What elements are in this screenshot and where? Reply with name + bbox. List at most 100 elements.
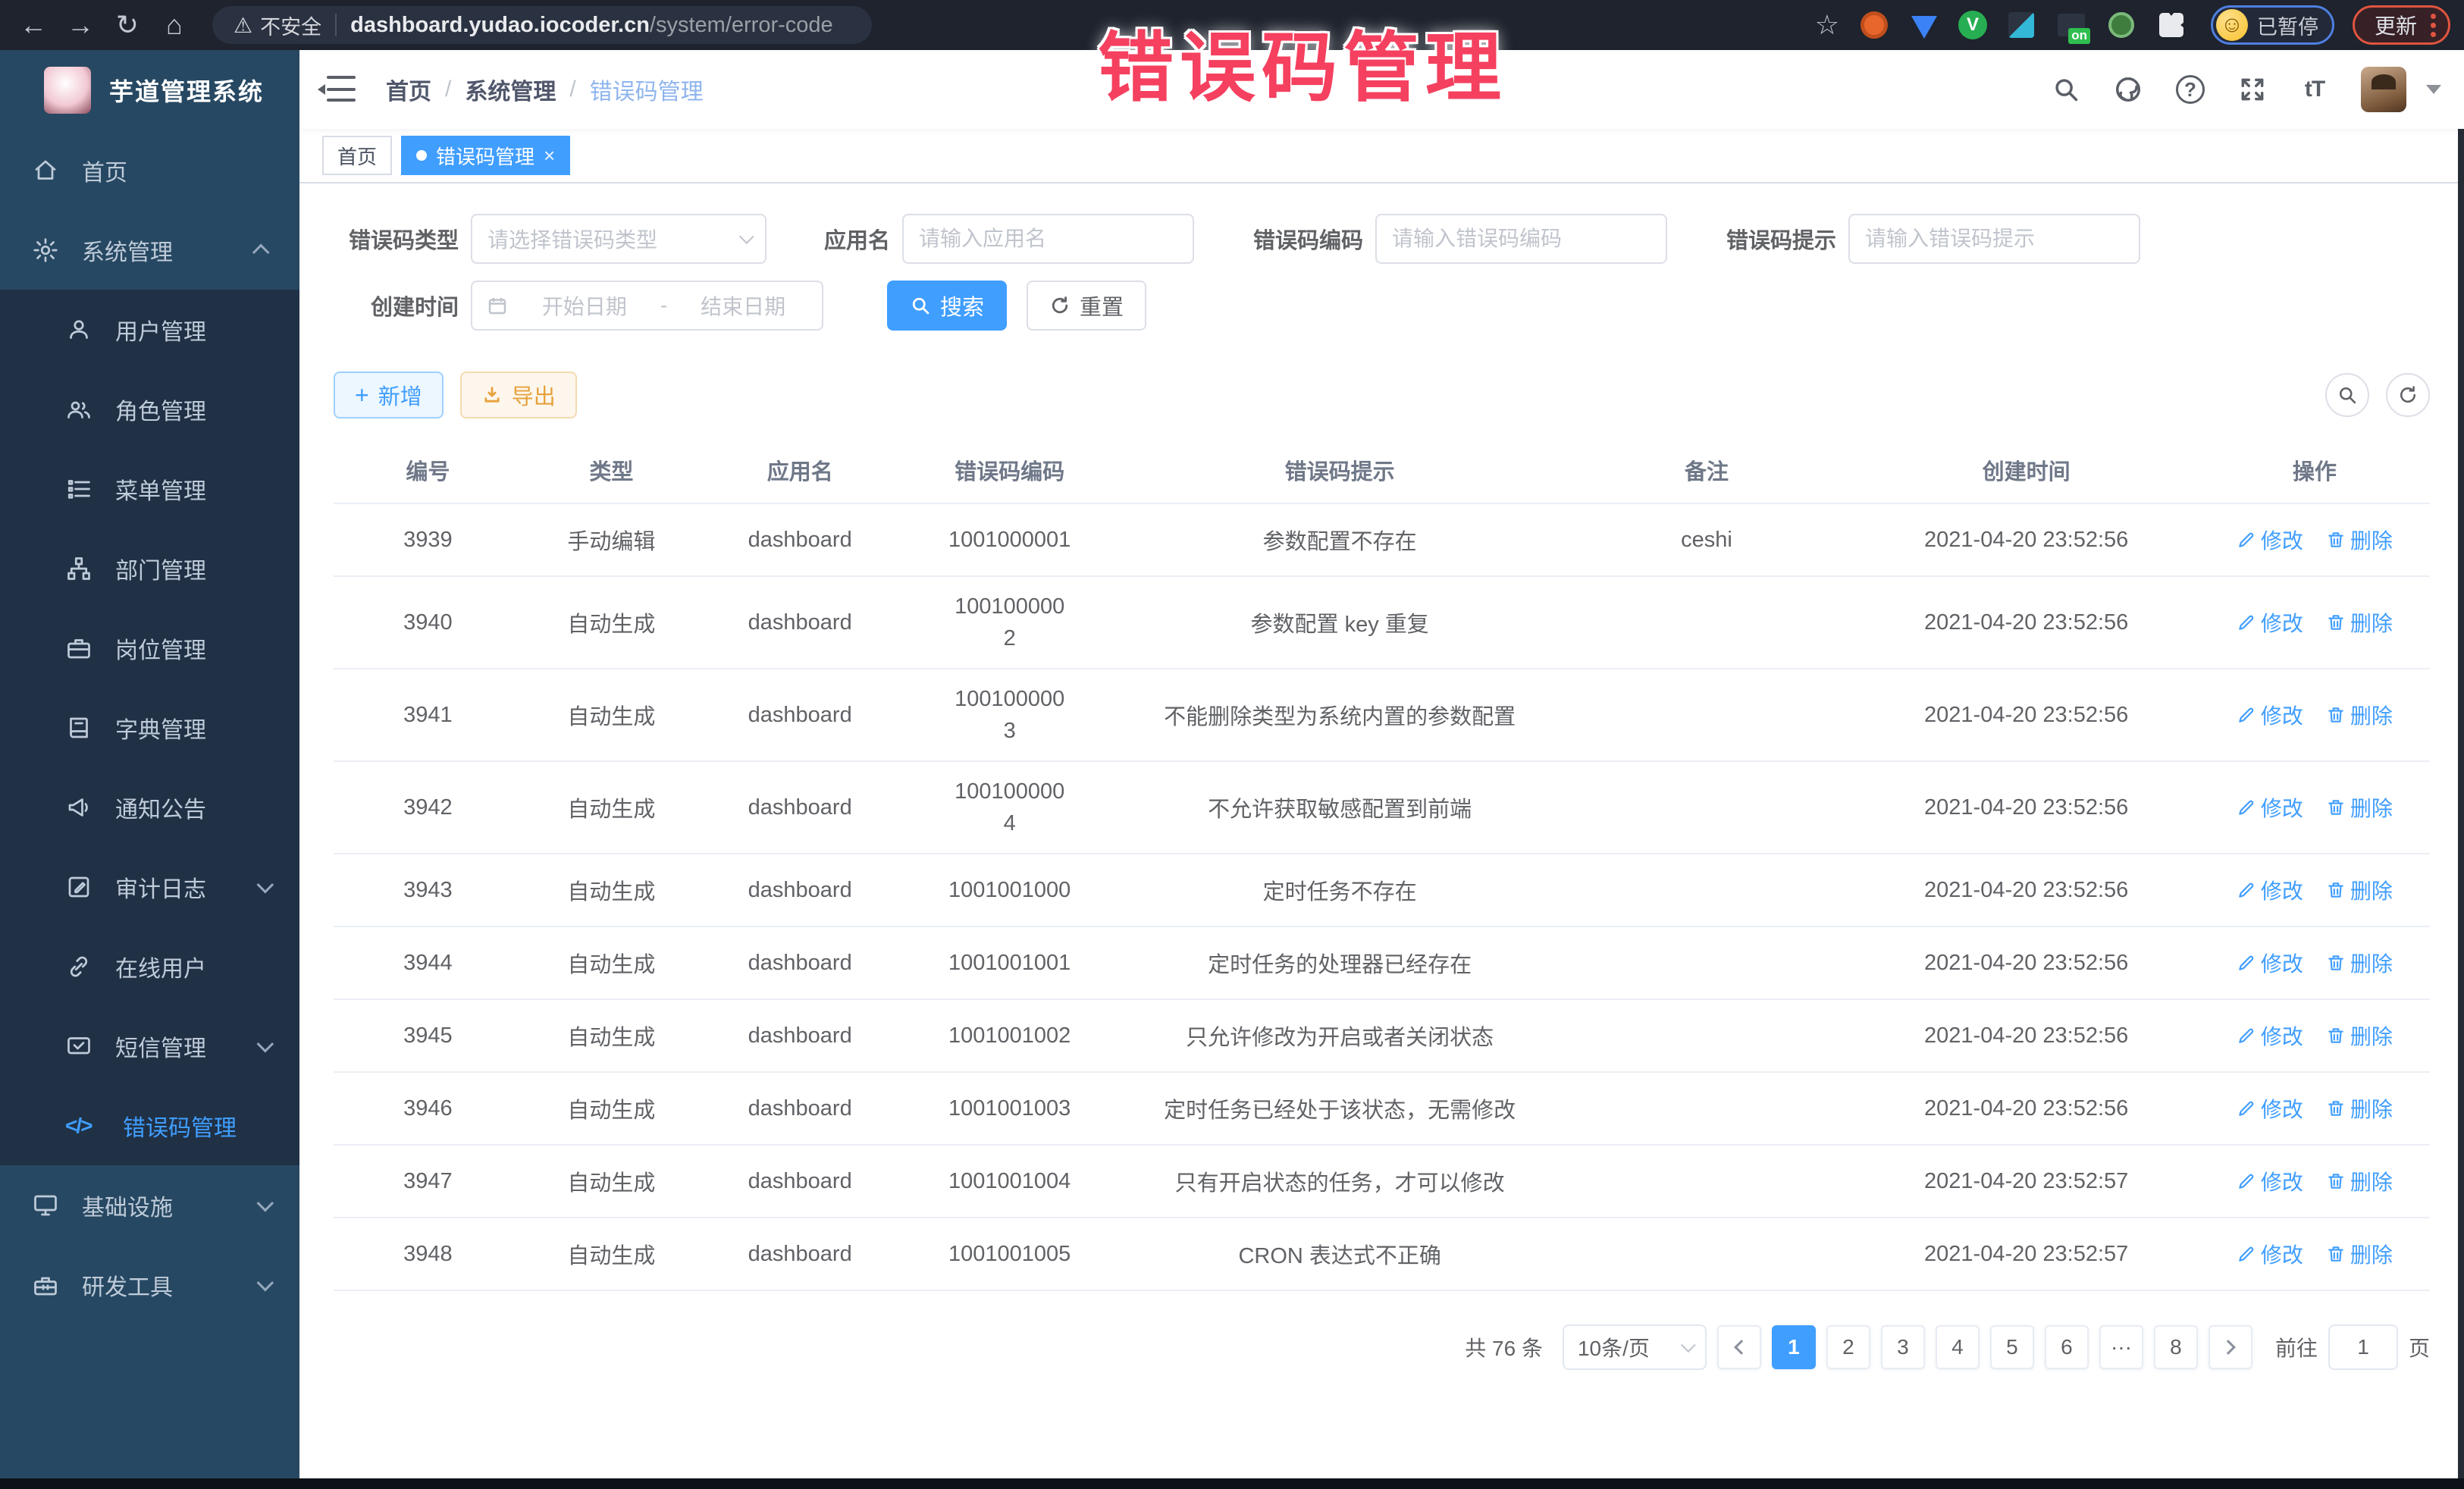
export-button[interactable]: 导出 (460, 371, 577, 418)
edit-link[interactable]: 修改 (2237, 1093, 2303, 1124)
next-page-button[interactable] (2209, 1325, 2252, 1369)
show-search-button[interactable] (2325, 373, 2369, 417)
page-button-8[interactable]: 8 (2154, 1325, 2198, 1369)
breadcrumb-home[interactable]: 首页 (386, 73, 431, 106)
browser-home-icon[interactable]: ⌂ (155, 5, 194, 45)
page-size-select[interactable]: 10条/页 (1563, 1324, 1707, 1370)
search-button[interactable]: 搜索 (887, 281, 1007, 331)
sidebar-item-menu-management[interactable]: 菜单管理 (0, 449, 299, 528)
extension-icon-puzzle[interactable] (2155, 9, 2187, 41)
delete-link[interactable]: 删除 (2326, 1239, 2393, 1269)
error-code-input[interactable] (1392, 227, 1651, 251)
extension-icon-gem[interactable] (1908, 9, 1940, 41)
page-button-6[interactable]: 6 (2045, 1325, 2089, 1369)
delete-link[interactable]: 删除 (2326, 875, 2393, 905)
sidebar-item-online-users[interactable]: 在线用户 (0, 926, 299, 1006)
prev-page-button[interactable] (1717, 1325, 1761, 1369)
address-bar[interactable]: ⚠ 不安全 dashboard.yudao.iocoder.cn /system… (212, 6, 872, 44)
browser-profile-button[interactable]: ☺ 已暂停 (2211, 5, 2334, 45)
header-search-icon[interactable] (2050, 74, 2082, 105)
delete-link[interactable]: 删除 (2326, 792, 2393, 823)
pencil-icon (2237, 705, 2256, 725)
tag-error-code-management[interactable]: 错误码管理 × (401, 136, 570, 175)
filter-group-code: 错误码编码 (1238, 214, 1667, 264)
sidebar-item-audit-log[interactable]: 审计日志 (0, 847, 299, 926)
more-pages-button[interactable]: ··· (2099, 1325, 2143, 1369)
browser-update-button[interactable]: 更新 (2353, 5, 2450, 45)
delete-link[interactable]: 删除 (2326, 700, 2393, 730)
app-name-input[interactable] (919, 227, 1177, 251)
help-icon[interactable]: ? (2174, 74, 2206, 105)
update-label: 更新 (2375, 10, 2417, 40)
browser-scrollbar[interactable] (2458, 50, 2464, 1489)
browser-reload-icon[interactable]: ↻ (108, 5, 147, 45)
breadcrumb-system[interactable]: 系统管理 (465, 73, 556, 106)
sidebar-item-error-code-management[interactable]: </> 错误码管理 (0, 1086, 299, 1165)
error-msg-input[interactable] (1865, 227, 2124, 251)
logo[interactable]: 芋道管理系统 (0, 50, 299, 130)
error-code-table: 编号 类型 应用名 错误码编码 错误码提示 备注 创建时间 操作 (334, 437, 2430, 1291)
github-icon[interactable] (2112, 74, 2144, 105)
error-code-type-select[interactable]: 请选择错误码类型 (471, 214, 766, 264)
edit-link[interactable]: 修改 (2237, 1239, 2303, 1269)
sidebar-item-notice-announcement[interactable]: 通知公告 (0, 767, 299, 847)
page-button-5[interactable]: 5 (1990, 1325, 2034, 1369)
cell-id: 3946 (334, 1072, 522, 1145)
edit-link[interactable]: 修改 (2237, 1166, 2303, 1196)
sidebar-item-user-management[interactable]: 用户管理 (0, 290, 299, 369)
delete-link[interactable]: 删除 (2326, 525, 2393, 555)
extension-icon-orange[interactable] (1858, 9, 1890, 41)
page-button-3[interactable]: 3 (1881, 1325, 1925, 1369)
date-range-picker[interactable]: 开始日期 - 结束日期 (471, 281, 823, 331)
delete-link[interactable]: 删除 (2326, 948, 2393, 978)
sidebar-item-system-management[interactable]: 系统管理 (0, 210, 299, 290)
extension-icon-grid[interactable] (2005, 9, 2037, 41)
goto-page-input[interactable] (2328, 1324, 2398, 1370)
table-row: 3941 自动生成 dashboard 100100000 3 不能删除类型为系… (334, 669, 2430, 761)
extension-icon-green[interactable]: V (1958, 11, 1987, 39)
edit-link[interactable]: 修改 (2237, 700, 2303, 730)
edit-link[interactable]: 修改 (2237, 1020, 2303, 1051)
extension-icon-key[interactable] (2105, 9, 2137, 41)
sidebar-item-infrastructure[interactable]: 基础设施 (0, 1165, 299, 1245)
cell-id: 3941 (334, 669, 522, 761)
delete-link[interactable]: 删除 (2326, 1166, 2393, 1196)
delete-link[interactable]: 删除 (2326, 1020, 2393, 1051)
sidebar-item-post-management[interactable]: 岗位管理 (0, 608, 299, 688)
sidebar-item-department-management[interactable]: 部门管理 (0, 528, 299, 608)
browser-back-icon[interactable]: ← (14, 5, 53, 45)
sidebar-item-role-management[interactable]: 角色管理 (0, 369, 299, 449)
bookmark-star-icon[interactable]: ☆ (1815, 9, 1839, 41)
delete-link[interactable]: 删除 (2326, 607, 2393, 638)
total-count: 共 76 条 (1465, 1332, 1543, 1362)
page-button-1[interactable]: 1 (1772, 1325, 1816, 1369)
url-host: dashboard.yudao.iocoder.cn (350, 13, 650, 38)
close-icon[interactable]: × (544, 146, 555, 165)
sidebar-item-sms-management[interactable]: 短信管理 (0, 1006, 299, 1086)
font-size-icon[interactable]: tT (2299, 74, 2331, 105)
edit-link[interactable]: 修改 (2237, 948, 2303, 978)
edit-link[interactable]: 修改 (2237, 875, 2303, 905)
browser-forward-icon[interactable]: → (61, 5, 100, 45)
avatar[interactable] (2361, 67, 2406, 112)
sidebar-item-dev-tools[interactable]: 研发工具 (0, 1245, 299, 1324)
trash-icon (2326, 953, 2346, 973)
refresh-table-button[interactable] (2386, 373, 2430, 417)
page-button-4[interactable]: 4 (1936, 1325, 1980, 1369)
pencil-icon (2237, 1244, 2256, 1264)
page-button-2[interactable]: 2 (1826, 1325, 1870, 1369)
hamburger-icon[interactable] (322, 76, 356, 103)
edit-link[interactable]: 修改 (2237, 792, 2303, 823)
edit-link[interactable]: 修改 (2237, 607, 2303, 638)
add-button[interactable]: + 新增 (334, 371, 444, 418)
tag-home[interactable]: 首页 (322, 136, 392, 175)
sidebar-item-dict-management[interactable]: 字典管理 (0, 688, 299, 767)
browser-menu-icon[interactable] (2431, 14, 2436, 37)
reset-button[interactable]: 重置 (1027, 281, 1146, 331)
edit-link[interactable]: 修改 (2237, 525, 2303, 555)
fullscreen-icon[interactable] (2237, 74, 2268, 105)
extension-icon-onetab[interactable]: on (2055, 9, 2087, 41)
sidebar-item-home[interactable]: 首页 (0, 130, 299, 210)
caret-down-icon[interactable] (2426, 85, 2441, 94)
delete-link[interactable]: 删除 (2326, 1093, 2393, 1124)
